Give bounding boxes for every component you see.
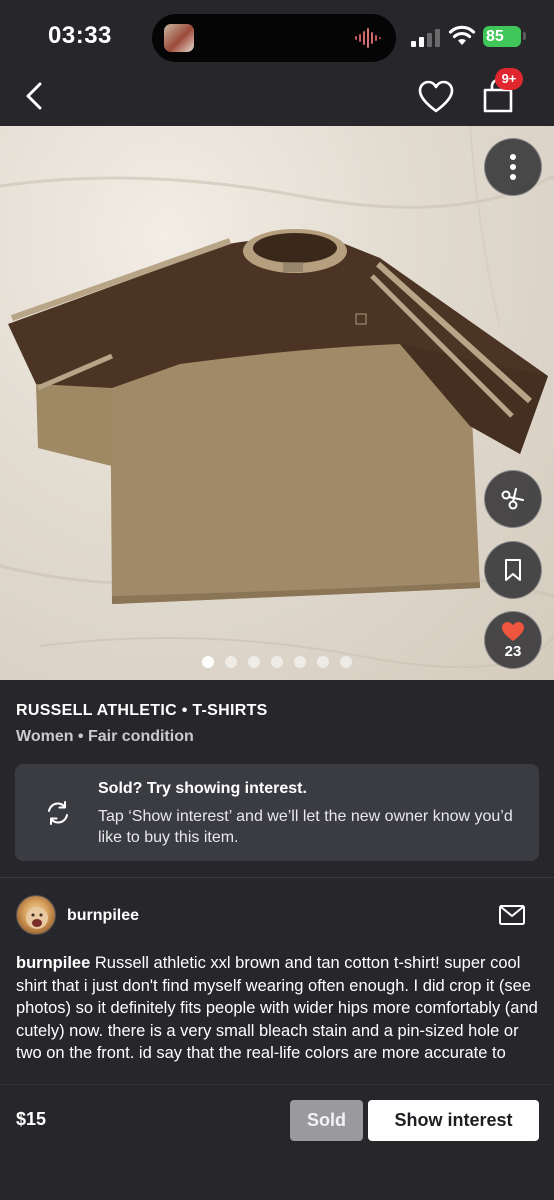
product-photo[interactable]: 23 xyxy=(0,126,554,680)
cart-count-badge: 9+ xyxy=(495,68,523,90)
more-options-button[interactable] xyxy=(484,138,542,196)
now-playing-thumbnail xyxy=(164,24,194,52)
pagination-dot[interactable] xyxy=(271,656,283,668)
refresh-icon xyxy=(48,801,68,825)
scissors-icon xyxy=(501,488,524,510)
bookmark-icon xyxy=(505,559,521,581)
sold-button[interactable]: Sold xyxy=(290,1100,363,1141)
battery-indicator: 85 xyxy=(483,26,521,47)
purchase-bar: $15 Sold Show interest xyxy=(0,1084,554,1200)
t-shirt-image xyxy=(0,126,554,669)
bookmark-button[interactable] xyxy=(484,541,542,599)
section-divider xyxy=(0,877,554,878)
description-text: Russell athletic xxl brown and tan cotto… xyxy=(16,954,538,1063)
pagination-dot[interactable] xyxy=(294,656,306,668)
interest-card-title: Sold? Try showing interest. xyxy=(98,780,307,797)
pagination-dot[interactable] xyxy=(317,656,329,668)
pagination-dot[interactable] xyxy=(225,656,237,668)
back-chevron-icon[interactable] xyxy=(18,76,52,116)
image-pagination-dots xyxy=(0,656,554,670)
pagination-dot[interactable] xyxy=(248,656,260,668)
dynamic-island xyxy=(152,14,396,62)
brand-category-link[interactable]: RUSSELL ATHLETIC • T-SHIRTS xyxy=(16,702,268,720)
seller-row[interactable]: burnpilee xyxy=(0,893,554,939)
battery-level: 85 xyxy=(486,28,504,45)
show-interest-info-card: Sold? Try showing interest. Tap ‘Show in… xyxy=(15,764,539,861)
cellular-signal-icon xyxy=(411,29,440,47)
heart-outline-icon[interactable] xyxy=(416,78,456,116)
avatar-image xyxy=(26,907,48,929)
seller-username[interactable]: burnpilee xyxy=(67,907,139,925)
interest-card-text: Tap ‘Show interest’ and we’ll let the ne… xyxy=(98,808,513,846)
heart-filled-icon xyxy=(502,621,524,641)
price: $15 xyxy=(16,1109,47,1129)
description-author[interactable]: burnpilee xyxy=(16,954,90,972)
wifi-icon xyxy=(448,25,476,45)
pagination-dot[interactable] xyxy=(202,656,214,668)
more-vertical-icon xyxy=(510,154,516,180)
pagination-dot[interactable] xyxy=(340,656,352,668)
message-envelope-icon[interactable] xyxy=(498,903,526,927)
find-similar-button[interactable] xyxy=(484,470,542,528)
product-description: burnpilee Russell athletic xxl brown and… xyxy=(16,952,540,1084)
show-interest-button[interactable]: Show interest xyxy=(368,1100,539,1141)
seller-avatar[interactable] xyxy=(16,895,56,935)
status-bar: 03:33 85 xyxy=(0,0,554,72)
battery-tip xyxy=(523,32,526,40)
status-time: 03:33 xyxy=(48,22,112,49)
audio-waveform-icon xyxy=(355,28,381,48)
product-meta: Women • Fair condition xyxy=(16,728,194,745)
navigation-bar xyxy=(0,72,554,126)
